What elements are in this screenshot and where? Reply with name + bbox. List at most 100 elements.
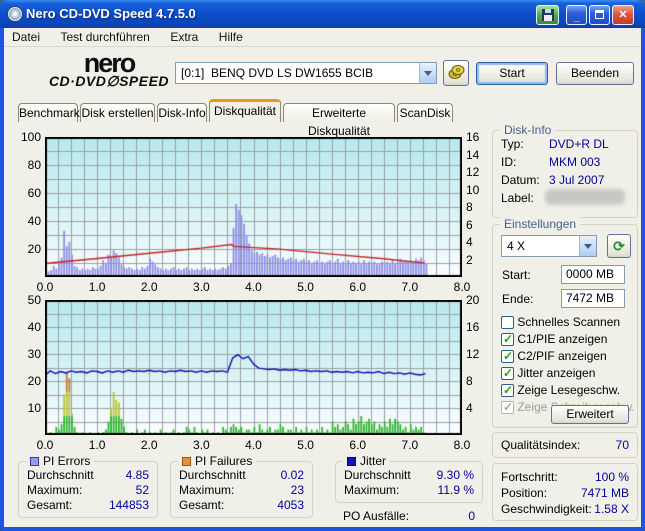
disc-eject-icon <box>448 65 465 79</box>
stat-value: 0.02 <box>280 468 304 482</box>
speed-label: Geschwindigkeit: <box>501 502 592 516</box>
disk-info-label: Datum: <box>501 173 540 187</box>
disk-info-label: Label: <box>501 191 534 205</box>
stat-label: Maximum: <box>179 483 235 497</box>
start-field[interactable]: 0000 MB <box>561 265 625 284</box>
settings-group: Einstellungen 4 X ⟳ Start: 0000 MB Ende:… <box>492 217 638 428</box>
checkbox-jitter-anzeigen[interactable]: ✓ Jitter anzeigen <box>501 366 635 382</box>
progress-label: Fortschritt: <box>501 470 558 484</box>
checkbox-schnelles-scannen[interactable]: Schnelles Scannen <box>501 315 635 331</box>
pi-failures-caption: PI Failures <box>195 454 253 468</box>
po-failures-value: 0 <box>468 509 475 523</box>
checkbox-box[interactable]: ✓ <box>501 366 514 380</box>
speed-select[interactable]: 4 X <box>501 235 597 257</box>
stat-value: 23 <box>290 483 304 497</box>
disk-info-label: ID: <box>501 155 517 169</box>
refresh-button[interactable]: ⟳ <box>607 234 631 258</box>
right-axis-tick: 8 <box>466 374 473 388</box>
quality-index-box: Qualitätsindex: 70 <box>492 432 638 458</box>
checkbox-label: Schnelles Scannen <box>514 315 621 329</box>
chevron-down-icon[interactable] <box>579 236 596 256</box>
progress-value: 100 % <box>594 470 629 484</box>
stat-label: Maximum: <box>344 483 400 497</box>
eject-disc-button[interactable] <box>443 60 469 86</box>
checkbox-box[interactable]: ✓ <box>501 349 514 363</box>
checkbox-box[interactable]: ✓ <box>501 332 514 346</box>
stat-label: Maximum: <box>27 483 83 497</box>
check-icon: ✓ <box>503 349 514 363</box>
pi-errors-legend-swatch <box>30 457 39 466</box>
check-icon: ✓ <box>503 383 514 397</box>
disk-info-caption: Disk-Info <box>500 123 556 137</box>
nero-logo-text: nero <box>83 48 137 78</box>
checkbox-c1-pie-anzeigen[interactable]: ✓ C1/PIE anzeigen <box>501 332 635 348</box>
pi-errors-chart: 100 80 60 40 20 16 14 12 10 8 6 4 2 0.0 1.0 2.0 3.0 4.0 5.… <box>8 128 488 294</box>
right-axis-tick: 14 <box>466 147 480 162</box>
right-axis-tick: 12 <box>466 347 480 361</box>
tab-disk-erstellen[interactable]: Disk erstellen <box>80 103 155 122</box>
maximize-button[interactable] <box>589 5 610 25</box>
tab-disk-info[interactable]: Disk-Info <box>157 103 207 122</box>
menu-bar: Datei Test durchführen Extra Hilfe <box>4 28 641 47</box>
tab-scandisk[interactable]: ScanDisk <box>397 103 453 122</box>
x-axis-tick: 3.0 <box>193 438 210 452</box>
drive-select[interactable]: [0:1] BENQ DVD LS DW1655 BCIB <box>175 62 437 84</box>
x-axis-tick: 0.0 <box>36 438 54 452</box>
checkbox-label: Zeige Lesegeschw. <box>514 383 621 397</box>
right-axis-tick: 16 <box>466 320 480 334</box>
start-button[interactable]: Start <box>476 62 548 85</box>
end-field-label: Ende: <box>502 292 534 306</box>
menu-datei[interactable]: Datei <box>4 28 48 47</box>
close-button[interactable]: ✕ <box>612 5 634 25</box>
stat-value: 4053 <box>277 498 304 512</box>
minimize-button[interactable]: _ <box>566 5 587 25</box>
stat-value: 4.85 <box>125 468 149 482</box>
title-bar[interactable]: Nero CD-DVD Speed 4.7.5.0 _ ✕ <box>0 0 645 28</box>
end-field[interactable]: 7472 MB <box>561 289 625 308</box>
top-chart-plot <box>45 137 462 277</box>
tab-benchmark[interactable]: Benchmark <box>18 103 80 122</box>
check-icon: ✓ <box>503 366 514 380</box>
tab-erweiterte-diskqualitaet[interactable]: Erweiterte Diskqualität <box>283 103 395 138</box>
quit-button[interactable]: Beenden <box>556 62 634 85</box>
left-axis-tick: 40 <box>27 320 41 334</box>
client-area: Datei Test durchführen Extra Hilfe nero … <box>4 28 641 527</box>
save-button[interactable] <box>536 5 559 25</box>
left-axis-tick: 10 <box>27 401 41 415</box>
pi-errors-group: PI Errors Durchschnitt 4.85 Maximum: 52 Ge… <box>18 454 158 518</box>
jitter-group: Jitter Durchschnitt 9.30 % Maximum: 11.9 % <box>335 454 483 503</box>
checkbox-box[interactable] <box>501 316 514 329</box>
checkbox-c2-pif-anzeigen[interactable]: ✓ C2/PIF anzeigen <box>501 349 635 365</box>
jitter-legend-swatch <box>347 457 356 466</box>
checkbox-label: C2/PIF anzeigen <box>514 349 607 363</box>
disk-info-group: Disk-Info Typ: DVD+R DL ID: MKM 003 Datum:… <box>492 123 638 218</box>
left-axis-tick: 60 <box>27 186 41 200</box>
advanced-button[interactable]: Erweitert <box>551 405 629 424</box>
quality-index-label: Qualitätsindex: <box>501 438 581 452</box>
checkbox-box[interactable]: ✓ <box>501 383 514 397</box>
tab-diskqualitaet[interactable]: Diskqualität <box>209 99 281 122</box>
stat-label: Durchschnitt <box>179 468 246 482</box>
menu-hilfe[interactable]: Hilfe <box>211 28 251 47</box>
checkbox-label: Jitter anzeigen <box>514 366 596 380</box>
po-failures-label: PO Ausfälle: <box>343 509 410 523</box>
checkbox-box: ✓ <box>501 400 514 414</box>
speed-value: 1.58 X <box>594 502 629 516</box>
checkbox-zeige-lesegeschw-[interactable]: ✓ Zeige Lesegeschw. <box>501 383 635 399</box>
check-icon: ✓ <box>503 332 514 346</box>
stat-label: Gesamt: <box>27 498 73 512</box>
menu-extra[interactable]: Extra <box>162 28 206 47</box>
left-axis-tick: 20 <box>27 374 41 388</box>
stat-label: Gesamt: <box>179 498 225 512</box>
check-icon: ✓ <box>503 400 514 414</box>
po-failures-row: PO Ausfälle: 0 <box>343 509 475 523</box>
floppy-icon <box>541 9 554 21</box>
quality-index-value: 70 <box>615 438 629 452</box>
left-axis-tick: 50 <box>27 293 41 307</box>
app-icon <box>7 6 23 22</box>
speed-select-value: 4 X <box>507 239 526 253</box>
window-title: Nero CD-DVD Speed 4.7.5.0 <box>26 6 196 21</box>
chevron-down-icon[interactable] <box>419 63 436 83</box>
stat-value: 11.9 % <box>437 483 474 497</box>
menu-test-durchfuehren[interactable]: Test durchführen <box>52 28 157 47</box>
